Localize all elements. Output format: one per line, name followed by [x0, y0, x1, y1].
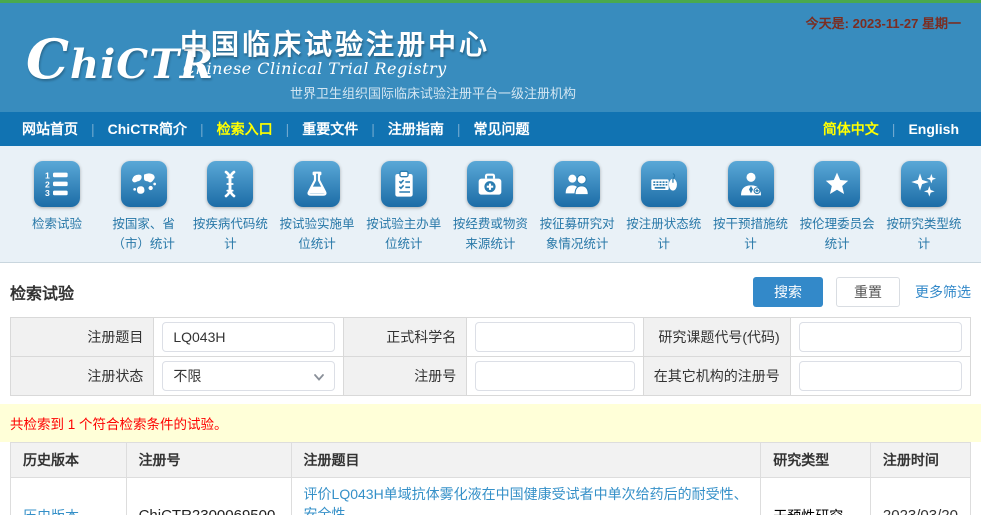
dna-icon	[207, 161, 253, 207]
nav-about[interactable]: ChiCTR简介	[108, 119, 187, 139]
col-header-study-type: 研究类型	[761, 443, 871, 478]
reg-title-input[interactable]	[162, 322, 335, 352]
quicklink-stats-by-region[interactable]: 按国家、省（市）统计	[101, 161, 187, 262]
other-reg-number-input[interactable]	[799, 361, 962, 391]
study-code-input[interactable]	[799, 322, 962, 352]
scientific-name-input[interactable]	[475, 322, 634, 352]
nav-divider: |	[200, 121, 204, 137]
study-code-label: 研究课题代号(代码)	[643, 318, 790, 357]
reg-status-label: 注册状态	[11, 357, 154, 396]
site-header: ChiCTR 中国临床试验注册中心 Chinese Clinical Trial…	[0, 3, 981, 112]
main-content: 检索试验 搜索 重置 更多筛选 注册题目 正式科学名 研究课题代号(代码) 注册…	[0, 277, 981, 515]
nav-search-entry[interactable]: 检索入口	[217, 119, 273, 139]
quicklink-stats-by-ethics-committee[interactable]: 按伦理委员会统计	[794, 161, 880, 262]
current-date: 今天是: 2023-11-27 星期一	[806, 13, 961, 32]
keyboard-mouse-icon	[641, 161, 687, 207]
trial-study-type: 干预性研究	[761, 478, 871, 515]
quicklink-label: 检索试验	[14, 214, 100, 234]
quicklink-label: 按伦理委员会统计	[794, 214, 880, 254]
search-button[interactable]: 搜索	[753, 277, 823, 307]
reg-number-label: 注册号	[344, 357, 467, 396]
doctor-icon	[728, 161, 774, 207]
reset-button[interactable]: 重置	[836, 277, 900, 307]
quicklink-stats-by-intervention[interactable]: 按干预措施统计	[708, 161, 794, 262]
nav-documents[interactable]: 重要文件	[302, 119, 358, 139]
quicklink-stats-by-funding-source[interactable]: 按经费或物资来源统计	[447, 161, 533, 262]
clipboard-icon	[381, 161, 427, 207]
more-filters-link[interactable]: 更多筛选	[915, 282, 971, 302]
col-header-title: 注册题目	[291, 443, 761, 478]
star-icon	[814, 161, 860, 207]
nav-divider: |	[457, 121, 461, 137]
world-map-icon	[121, 161, 167, 207]
reg-number-input[interactable]	[475, 361, 634, 391]
col-header-history: 历史版本	[11, 443, 127, 478]
quicklink-stats-by-sponsor[interactable]: 按试验主办单位统计	[361, 161, 447, 262]
quicklink-label: 按注册状态统计	[621, 214, 707, 254]
quicklink-label: 按经费或物资来源统计	[447, 214, 533, 254]
quicklink-stats-by-registration-status[interactable]: 按注册状态统计	[621, 161, 707, 262]
reg-status-select[interactable]: 不限	[162, 361, 335, 391]
lang-simplified-chinese[interactable]: 简体中文	[823, 119, 879, 139]
quicklink-label: 按国家、省（市）统计	[101, 214, 187, 254]
quicklink-stats-by-implementing-unit[interactable]: 按试验实施单位统计	[274, 161, 360, 262]
quicklink-search-trials[interactable]: 123 检索试验	[14, 161, 100, 262]
table-row: 历史版本 ChiCTR2300069500 评价LQ043H单域抗体雾化液在中国…	[11, 478, 971, 515]
search-form: 注册题目 正式科学名 研究课题代号(代码) 注册状态 不限 注册号 在其它机构的…	[10, 317, 971, 396]
results-header-row: 历史版本 注册号 注册题目 研究类型 注册时间	[11, 443, 971, 478]
quicklinks-strip: 123 检索试验 按国家、省（市）统计 按疾病代码统计 按试验实施单位统计 按试…	[0, 146, 981, 263]
nav-divider: |	[91, 121, 95, 137]
trial-reg-number: ChiCTR2300069500	[126, 478, 291, 515]
nav-home[interactable]: 网站首页	[22, 119, 78, 139]
site-title-zh: 中国临床试验注册中心	[180, 23, 490, 63]
site-title-en: Chinese Clinical Trial Registry	[183, 59, 447, 78]
site-subtitle: 世界卫生组织国际临床试验注册平台一级注册机构	[290, 83, 576, 102]
flask-icon	[294, 161, 340, 207]
other-reg-number-label: 在其它机构的注册号	[643, 357, 790, 396]
quicklink-stats-by-disease-code[interactable]: 按疾病代码统计	[187, 161, 273, 262]
trial-reg-date: 2023/03/20	[870, 478, 970, 515]
quicklink-label: 按研究类型统计	[881, 214, 967, 254]
quicklink-label: 按干预措施统计	[708, 214, 794, 254]
col-header-reg-number: 注册号	[126, 443, 291, 478]
people-group-icon	[554, 161, 600, 207]
main-nav: 网站首页 | ChiCTR简介 | 检索入口 | 重要文件 | 注册指南 | 常…	[0, 112, 981, 146]
history-version-link[interactable]: 历史版本	[23, 508, 79, 515]
col-header-reg-date: 注册时间	[870, 443, 970, 478]
results-summary: 共检索到 1 个符合检索条件的试验。	[0, 404, 981, 442]
results-table: 历史版本 注册号 注册题目 研究类型 注册时间 历史版本 ChiCTR23000…	[10, 442, 971, 515]
scientific-name-label: 正式科学名	[344, 318, 467, 357]
quicklink-stats-by-study-type[interactable]: 按研究类型统计	[881, 161, 967, 262]
trial-title-link[interactable]: 评价LQ043H单域抗体雾化液在中国健康受试者中单次给药后的耐受性、安全性、..…	[304, 486, 748, 515]
svg-text:3: 3	[45, 188, 50, 198]
medical-bag-icon	[467, 161, 513, 207]
quicklink-label: 按疾病代码统计	[187, 214, 273, 254]
nav-faq[interactable]: 常见问题	[474, 119, 530, 139]
numbered-list-icon: 123	[34, 161, 80, 207]
lang-english[interactable]: English	[908, 121, 959, 137]
quicklink-label: 按征募研究对象情况统计	[534, 214, 620, 254]
quicklink-label: 按试验主办单位统计	[361, 214, 447, 254]
quicklink-label: 按试验实施单位统计	[274, 214, 360, 254]
nav-divider: |	[371, 121, 375, 137]
quicklink-stats-by-recruitment[interactable]: 按征募研究对象情况统计	[534, 161, 620, 262]
page-title: 检索试验	[10, 280, 74, 304]
nav-divider: |	[892, 121, 896, 137]
reg-title-label: 注册题目	[11, 318, 154, 357]
nav-guide[interactable]: 注册指南	[388, 119, 444, 139]
nav-divider: |	[286, 121, 290, 137]
sparkles-icon	[901, 161, 947, 207]
